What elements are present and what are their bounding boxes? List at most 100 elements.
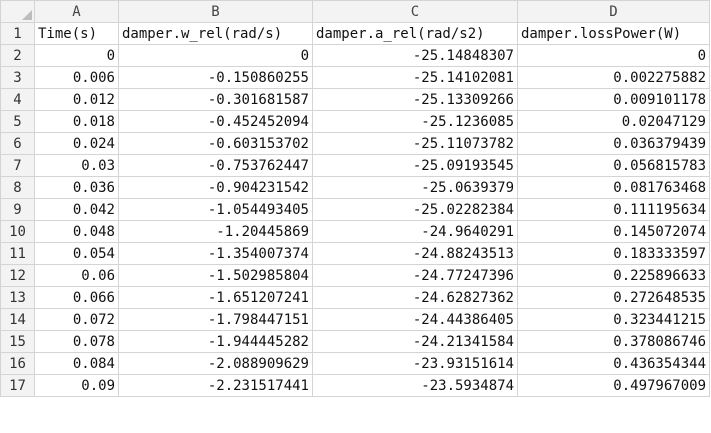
data-cell[interactable]: 0.056815783 (517, 154, 710, 177)
table-row: 16 0.084 -2.088909629 -23.93151614 0.4363543… (0, 352, 710, 375)
row-header[interactable]: 6 (0, 132, 35, 155)
select-all-triangle-icon (22, 10, 32, 20)
row-header[interactable]: 15 (0, 330, 35, 353)
header-cell[interactable]: damper.w_rel(rad/s) (118, 22, 313, 45)
data-cell[interactable]: -25.11073782 (312, 132, 518, 155)
data-cell[interactable]: -0.603153702 (118, 132, 313, 155)
data-cell[interactable]: 0.009101178 (517, 88, 710, 111)
data-cell[interactable]: 0.497967009 (517, 374, 710, 397)
table-row: 17 0.09 -2.231517441 -23.5934874 0.497967009 (0, 374, 710, 397)
data-cell[interactable]: 0.06 (34, 264, 119, 287)
data-cell[interactable]: -24.21341584 (312, 330, 518, 353)
data-cell[interactable]: -24.44386405 (312, 308, 518, 331)
row-header[interactable]: 8 (0, 176, 35, 199)
data-cell[interactable]: 0.018 (34, 110, 119, 133)
row-header[interactable]: 3 (0, 66, 35, 89)
table-row: 13 0.066 -1.651207241 -24.62827362 0.2726485… (0, 286, 710, 309)
row-header[interactable]: 4 (0, 88, 35, 111)
data-cell[interactable]: -0.452452094 (118, 110, 313, 133)
column-header-d[interactable]: D (517, 0, 710, 23)
column-header-c[interactable]: C (312, 0, 518, 23)
select-all-corner[interactable] (0, 0, 35, 23)
row-header[interactable]: 11 (0, 242, 35, 265)
data-cell[interactable]: -25.13309266 (312, 88, 518, 111)
data-cell[interactable]: -2.231517441 (118, 374, 313, 397)
data-cell[interactable]: -1.054493405 (118, 198, 313, 221)
data-cell[interactable]: -25.09193545 (312, 154, 518, 177)
table-row: 15 0.078 -1.944445282 -24.21341584 0.3780867… (0, 330, 710, 353)
data-cell[interactable]: 0.066 (34, 286, 119, 309)
data-cell[interactable]: -1.354007374 (118, 242, 313, 265)
row-header[interactable]: 5 (0, 110, 35, 133)
data-cell[interactable]: -0.753762447 (118, 154, 313, 177)
row-header[interactable]: 7 (0, 154, 35, 177)
data-cell[interactable]: 0.054 (34, 242, 119, 265)
data-cell[interactable]: 0.072 (34, 308, 119, 331)
data-cell[interactable]: 0 (118, 44, 313, 67)
data-cell[interactable]: 0.036379439 (517, 132, 710, 155)
table-row: 9 0.042 -1.054493405 -25.02282384 0.11119563… (0, 198, 710, 221)
data-cell[interactable]: 0.03 (34, 154, 119, 177)
row-header[interactable]: 17 (0, 374, 35, 397)
data-cell[interactable]: -25.14848307 (312, 44, 518, 67)
data-cell[interactable]: -1.502985804 (118, 264, 313, 287)
data-cell[interactable]: -25.1236085 (312, 110, 518, 133)
column-header-a[interactable]: A (34, 0, 119, 23)
data-cell[interactable]: 0.081763468 (517, 176, 710, 199)
data-cell[interactable]: -0.904231542 (118, 176, 313, 199)
data-cell[interactable]: -24.62827362 (312, 286, 518, 309)
data-cell[interactable]: 0.024 (34, 132, 119, 155)
data-cell[interactable]: 0.048 (34, 220, 119, 243)
data-cell[interactable]: 0 (34, 44, 119, 67)
data-cell[interactable]: -23.5934874 (312, 374, 518, 397)
data-cell[interactable]: 0.02047129 (517, 110, 710, 133)
header-cell[interactable]: damper.a_rel(rad/s2) (312, 22, 518, 45)
table-row: 8 0.036 -0.904231542 -25.0639379 0.081763468 (0, 176, 710, 199)
row-header[interactable]: 2 (0, 44, 35, 67)
data-cell[interactable]: -1.944445282 (118, 330, 313, 353)
data-cell[interactable]: 0.323441215 (517, 308, 710, 331)
data-cell[interactable]: 0.111195634 (517, 198, 710, 221)
data-cell[interactable]: -23.93151614 (312, 352, 518, 375)
data-cell[interactable]: -24.9640291 (312, 220, 518, 243)
data-cell[interactable]: -0.150860255 (118, 66, 313, 89)
data-cell[interactable]: -24.77247396 (312, 264, 518, 287)
data-cell[interactable]: -2.088909629 (118, 352, 313, 375)
data-cell[interactable]: -1.651207241 (118, 286, 313, 309)
data-cell[interactable]: 0.145072074 (517, 220, 710, 243)
data-cell[interactable]: 0.378086746 (517, 330, 710, 353)
data-cell[interactable]: -0.301681587 (118, 88, 313, 111)
data-cell[interactable]: 0.183333597 (517, 242, 710, 265)
row-header[interactable]: 16 (0, 352, 35, 375)
data-cell[interactable]: 0 (517, 44, 710, 67)
data-cell[interactable]: -25.0639379 (312, 176, 518, 199)
row-header[interactable]: 9 (0, 198, 35, 221)
data-cell[interactable]: -1.20445869 (118, 220, 313, 243)
data-cell[interactable]: 0.436354344 (517, 352, 710, 375)
table-row: 6 0.024 -0.603153702 -25.11073782 0.03637943… (0, 132, 710, 155)
data-cell[interactable]: 0.036 (34, 176, 119, 199)
data-cell[interactable]: 0.042 (34, 198, 119, 221)
data-cell[interactable]: 0.006 (34, 66, 119, 89)
header-cell[interactable]: Time(s) (34, 22, 119, 45)
data-cell[interactable]: 0.078 (34, 330, 119, 353)
row-header[interactable]: 12 (0, 264, 35, 287)
data-cell[interactable]: -25.14102081 (312, 66, 518, 89)
data-cell[interactable]: 0.012 (34, 88, 119, 111)
row-header[interactable]: 13 (0, 286, 35, 309)
data-cell[interactable]: -24.88243513 (312, 242, 518, 265)
data-cell[interactable]: 0.084 (34, 352, 119, 375)
data-cell[interactable]: 0.272648535 (517, 286, 710, 309)
data-cell[interactable]: 0.002275882 (517, 66, 710, 89)
table-row: 2 0 0 -25.14848307 0 (0, 44, 710, 67)
column-header-b[interactable]: B (118, 0, 313, 23)
data-cell[interactable]: 0.09 (34, 374, 119, 397)
header-cell[interactable]: damper.lossPower(W) (517, 22, 710, 45)
data-cell[interactable]: -25.02282384 (312, 198, 518, 221)
data-cell[interactable]: 0.225896633 (517, 264, 710, 287)
row-header[interactable]: 14 (0, 308, 35, 331)
table-row: 5 0.018 -0.452452094 -25.1236085 0.02047129 (0, 110, 710, 133)
row-header[interactable]: 1 (0, 22, 35, 45)
row-header[interactable]: 10 (0, 220, 35, 243)
data-cell[interactable]: -1.798447151 (118, 308, 313, 331)
